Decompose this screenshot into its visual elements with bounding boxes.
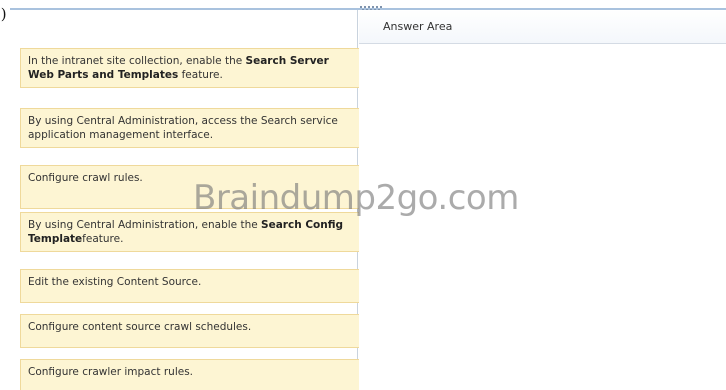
choice-text: Edit the existing Content Source. xyxy=(28,276,202,288)
choice-item[interactable]: Configure content source crawl schedules… xyxy=(20,314,360,348)
choice-text: By using Central Administration, access … xyxy=(28,115,338,141)
choice-text: Configure crawler impact rules. xyxy=(28,366,194,378)
answer-area-header: Answer Area xyxy=(359,10,726,44)
choice-text: By using Central Administration, enable … xyxy=(28,219,262,231)
choice-item[interactable]: By using Central Administration, enable … xyxy=(20,212,360,252)
watermark: Braindump2go.com xyxy=(193,178,519,218)
choice-text-suffix: feature. xyxy=(178,69,223,81)
choice-item[interactable]: Configure crawler impact rules. xyxy=(20,359,360,390)
choice-text: In the intranet site collection, enable … xyxy=(28,55,246,67)
question-number: .) xyxy=(0,5,7,23)
choice-text: Configure crawl rules. xyxy=(28,172,143,184)
choice-text-suffix: feature. xyxy=(82,233,124,245)
answer-area-label: Answer Area xyxy=(383,20,453,33)
choice-item[interactable]: By using Central Administration, access … xyxy=(20,108,360,148)
choice-item[interactable]: Edit the existing Content Source. xyxy=(20,269,360,303)
choice-text: Configure content source crawl schedules… xyxy=(28,321,252,333)
choice-item[interactable]: In the intranet site collection, enable … xyxy=(20,48,360,88)
